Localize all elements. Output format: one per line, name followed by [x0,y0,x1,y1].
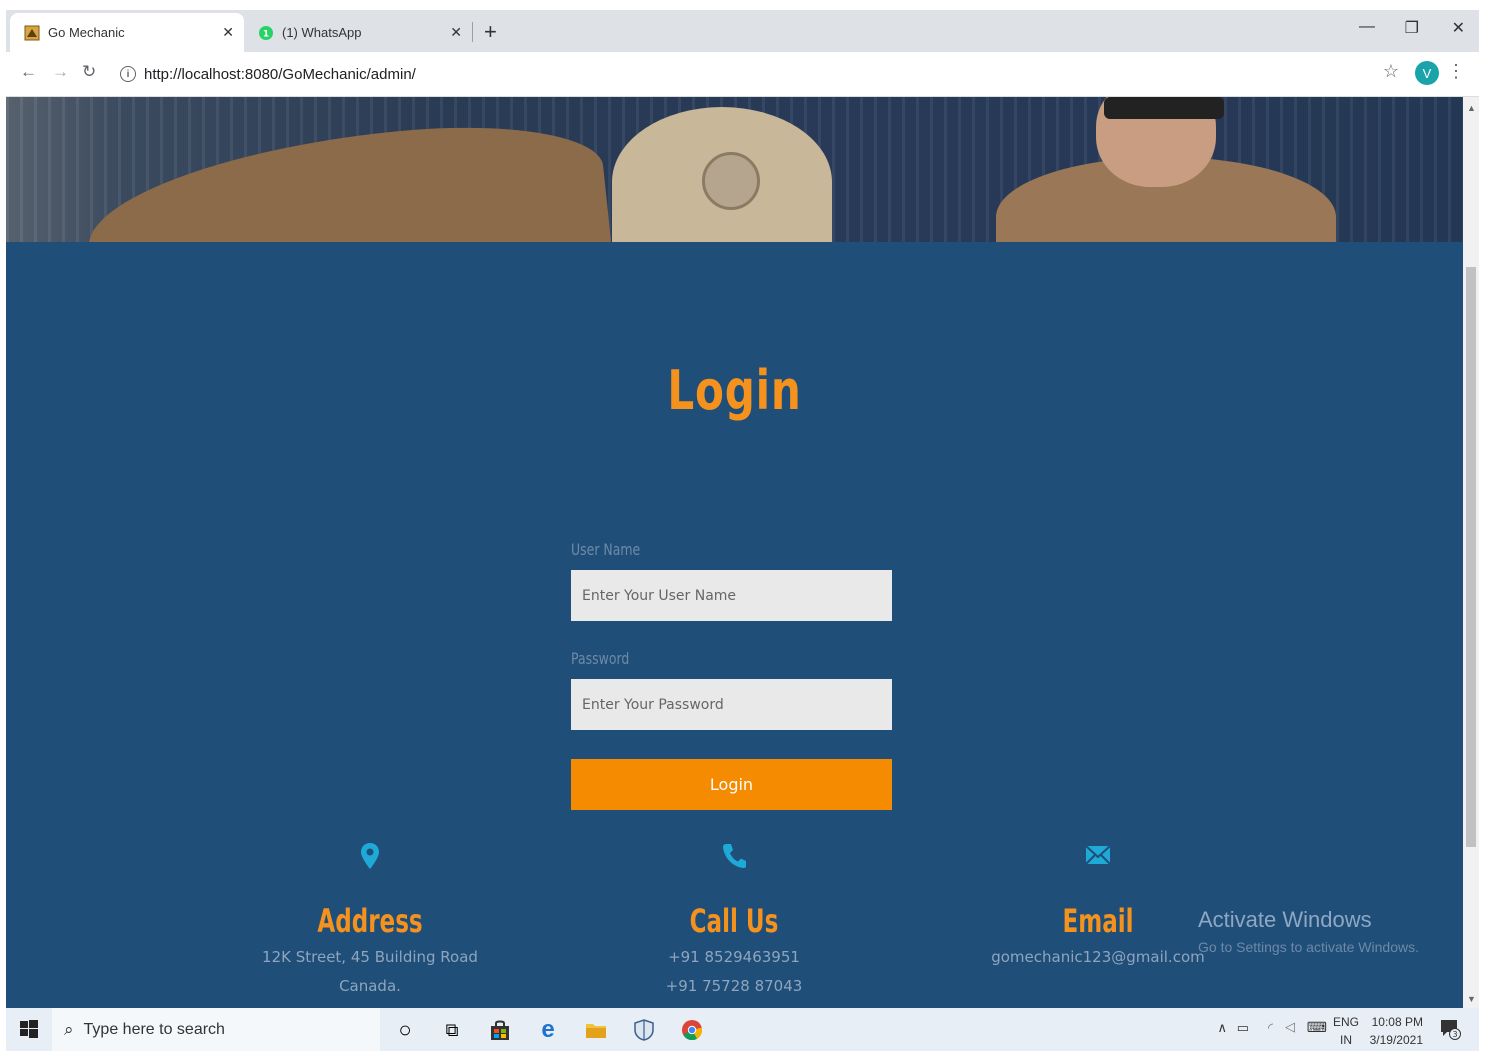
tab-separator [472,22,473,42]
language-code: ENG [1332,1015,1359,1029]
minimize-icon[interactable]: — [1359,18,1375,36]
site-info-icon[interactable]: i [120,66,136,82]
phone-number: +91 8529463951 [668,948,800,966]
profile-avatar[interactable]: V [1415,61,1439,85]
maximize-icon[interactable]: ❐ [1405,18,1419,38]
tab-title: Go Mechanic [48,25,125,40]
vertical-scrollbar[interactable]: ▲ ▼ [1463,97,1479,1008]
hero-banner-image [6,97,1463,242]
file-explorer-icon[interactable] [582,1016,610,1044]
forward-icon[interactable]: → [52,62,69,82]
battery-icon[interactable]: ▭ [1237,1020,1249,1036]
scroll-down-icon[interactable]: ▼ [1467,994,1476,1004]
envelope-icon [918,842,1278,872]
address-heading: Address [317,902,423,940]
tab-whatsapp[interactable]: 1 (1) WhatsApp ✕ [244,13,472,52]
tab-strip: Go Mechanic ✕ 1 (1) WhatsApp ✕ + — ❐ ✕ [6,10,1479,52]
chrome-icon[interactable] [678,1016,706,1044]
page-viewport: Login User Name Password Login Address 1… [6,97,1463,1008]
watermark-subtitle: Go to Settings to activate Windows. [1198,939,1419,955]
bookmark-star-icon[interactable]: ☆ [1383,61,1399,82]
system-clock[interactable]: 10:08 PM 3/19/2021 [1370,1013,1423,1049]
cortana-icon[interactable]: ○ [391,1016,419,1044]
windows-start-icon[interactable] [20,1020,38,1043]
password-label: Password [571,649,630,668]
back-icon[interactable]: ← [20,62,37,82]
watermark-title: Activate Windows [1198,907,1372,932]
close-tab-icon[interactable]: ✕ [222,24,234,41]
region-code: IN [1339,1033,1352,1047]
security-shield-icon[interactable] [630,1016,658,1044]
clock-date: 3/19/2021 [1369,1033,1423,1047]
call-heading: Call Us [689,902,779,940]
phone-number: +91 75728 87043 [665,977,803,995]
search-icon: ⌕ [64,1019,74,1039]
address-bar[interactable]: i http://localhost:8080/GoMechanic/admin… [112,58,1412,90]
password-input[interactable] [571,679,892,730]
tray-chevron-icon[interactable]: ∧ [1217,1020,1227,1036]
store-icon[interactable] [486,1016,514,1044]
username-label: User Name [571,540,641,559]
go-mechanic-favicon-icon [24,25,40,41]
edge-browser-icon[interactable]: e [534,1016,562,1044]
map-pin-icon [190,842,550,872]
browser-window: Go Mechanic ✕ 1 (1) WhatsApp ✕ + — ❐ ✕ ←… [6,10,1479,1008]
login-button[interactable]: Login [571,759,892,810]
tab-title: (1) WhatsApp [282,25,362,40]
email-heading: Email [1062,902,1134,940]
menu-kebab-icon[interactable]: ⋮ [1447,61,1465,82]
language-indicator[interactable]: ENG IN [1333,1013,1359,1049]
address-toolbar: ← → ↻ i http://localhost:8080/GoMechanic… [6,52,1479,97]
task-view-icon[interactable]: ⧉ [438,1016,466,1044]
url-text[interactable]: http://localhost:8080/GoMechanic/admin/ [144,66,416,83]
notification-count: 3 [1452,1030,1457,1039]
clock-time: 10:08 PM [1371,1015,1423,1029]
close-window-icon[interactable]: ✕ [1452,18,1465,38]
reload-icon[interactable]: ↻ [82,62,96,82]
notifications-icon[interactable]: 3 [1439,1018,1461,1045]
new-tab-button[interactable]: + [484,19,497,45]
contact-call: Call Us +91 8529463951 +91 75728 87043 [554,842,914,998]
tab-go-mechanic[interactable]: Go Mechanic ✕ [10,13,244,52]
username-input[interactable] [571,570,892,621]
scrollbar-thumb[interactable] [1466,267,1476,847]
address-line: Canada. [339,977,401,995]
address-line: 12K Street, 45 Building Road [262,948,478,966]
close-tab-icon[interactable]: ✕ [450,24,462,41]
windows-taskbar: ⌕ Type here to search ○ ⧉ e ∧ ▭ ◜ ◁ ⌨ EN… [6,1008,1479,1051]
volume-icon[interactable]: ◁ [1285,1019,1295,1035]
svg-text:1: 1 [263,29,269,39]
scroll-up-icon[interactable]: ▲ [1467,103,1476,113]
phone-icon [554,842,914,872]
search-placeholder: Type here to search [83,1020,225,1038]
keyboard-icon[interactable]: ⌨ [1307,1019,1327,1036]
wifi-icon[interactable]: ◜ [1268,1020,1273,1036]
activate-windows-watermark: Activate Windows Go to Settings to activ… [1198,907,1419,955]
login-heading: Login [667,359,802,422]
taskbar-search-box[interactable]: ⌕ Type here to search [52,1008,380,1051]
whatsapp-favicon-icon: 1 [258,25,274,41]
contact-address: Address 12K Street, 45 Building Road Can… [190,842,550,998]
